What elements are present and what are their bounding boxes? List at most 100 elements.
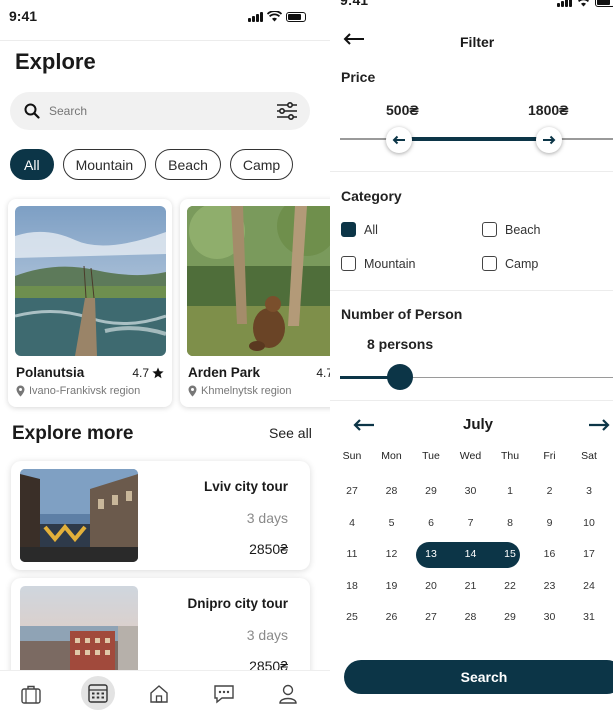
price-min-handle[interactable] <box>386 127 412 153</box>
chip-camp[interactable]: Camp <box>229 149 294 180</box>
prev-month-button[interactable] <box>352 418 376 437</box>
chip-all[interactable]: All <box>10 149 54 180</box>
place-card[interactable]: Arden Park 4.7 Khmelnytsk region <box>180 199 330 407</box>
weekday-label: Thu <box>500 450 520 462</box>
bottom-tab-bar <box>0 670 330 714</box>
calendar-day[interactable]: 31 <box>569 606 609 628</box>
page-title: Filter <box>460 34 495 50</box>
calendar-day[interactable]: 26 <box>372 606 412 628</box>
place-rating: 4.7 <box>316 366 330 380</box>
calendar-day[interactable]: 21 <box>451 575 491 597</box>
battery-icon <box>286 12 306 22</box>
calendar-day[interactable]: 10 <box>569 512 609 534</box>
rating-value: 4.7 <box>316 366 330 380</box>
persons-handle[interactable] <box>387 364 413 390</box>
back-button[interactable] <box>342 32 366 51</box>
calendar-day[interactable]: 6 <box>411 512 451 534</box>
calendar-day[interactable]: 17 <box>569 543 609 565</box>
calendar-day[interactable]: 20 <box>411 575 451 597</box>
place-rating: 4.7 <box>132 366 164 380</box>
calendar-day[interactable]: 28 <box>451 606 491 628</box>
calendar-day[interactable]: 18 <box>332 575 372 597</box>
calendar-day[interactable]: 2 <box>530 480 570 502</box>
price-range-slider[interactable] <box>340 127 613 153</box>
calendar-day[interactable]: 16 <box>530 543 570 565</box>
calendar-day[interactable]: 23 <box>530 575 570 597</box>
checkbox-camp[interactable] <box>482 256 497 271</box>
calendar-day[interactable]: 14 <box>451 543 491 565</box>
place-card[interactable]: Polanutsia 4.7 Ivano-Frankivsk region <box>8 199 172 407</box>
calendar-day[interactable]: 30 <box>451 480 491 502</box>
location-label: Khmelnytsk region <box>201 385 292 397</box>
tab-profile[interactable] <box>275 681 301 707</box>
location-pin-icon <box>188 385 197 397</box>
persons-label: Number of Person <box>341 306 463 322</box>
calendar-day[interactable]: 29 <box>411 480 451 502</box>
calendar-day[interactable]: 5 <box>372 512 412 534</box>
tab-trips[interactable] <box>18 681 44 707</box>
calendar-day[interactable]: 1 <box>490 480 530 502</box>
rating-value: 4.7 <box>132 366 149 380</box>
calendar-day[interactable]: 19 <box>372 575 412 597</box>
calendar-day[interactable]: 27 <box>332 480 372 502</box>
price-min: 500₴ <box>386 102 419 118</box>
tour-title: Lviv city tour <box>203 479 288 494</box>
place-cards: Polanutsia 4.7 Ivano-Frankivsk region Ar… <box>8 199 330 407</box>
chat-icon <box>214 685 234 704</box>
status-icons <box>557 0 613 7</box>
calendar-day[interactable]: 22 <box>490 575 530 597</box>
persons-slider[interactable] <box>340 364 613 390</box>
category-option-beach[interactable]: Beach <box>482 222 540 237</box>
see-all-link[interactable]: See all <box>269 425 312 441</box>
calendar-day[interactable]: 7 <box>451 512 491 534</box>
calendar-day[interactable]: 30 <box>530 606 570 628</box>
header-divider <box>0 40 330 41</box>
calendar-day[interactable]: 24 <box>569 575 609 597</box>
sliders-icon[interactable] <box>276 102 298 120</box>
location-pin-icon <box>16 385 25 397</box>
tab-home[interactable] <box>146 681 172 707</box>
place-location: Khmelnytsk region <box>188 385 292 397</box>
checkbox-label: Mountain <box>364 256 416 271</box>
tab-messages[interactable] <box>211 681 237 707</box>
calendar-month: July <box>463 416 494 433</box>
weekday-label: Fri <box>543 450 556 462</box>
calendar-day[interactable]: 15 <box>490 543 530 565</box>
calendar-day[interactable]: 9 <box>530 512 570 534</box>
home-icon <box>150 685 168 703</box>
chip-mountain[interactable]: Mountain <box>62 149 147 180</box>
calendar-day[interactable]: 29 <box>490 606 530 628</box>
search-button[interactable]: Search <box>344 660 613 694</box>
tour-card[interactable]: Lviv city tour 3 days 2850₴ <box>11 461 310 570</box>
checkbox-label: All <box>364 222 378 237</box>
calendar-day[interactable]: 27 <box>411 606 451 628</box>
tab-calendar[interactable] <box>81 676 115 710</box>
category-option-camp[interactable]: Camp <box>482 256 538 271</box>
filter-screen: 9:41 Filter Price 500₴ 1800₴ Category Al… <box>330 0 613 714</box>
calendar-day[interactable]: 11 <box>332 543 372 565</box>
search-bar[interactable] <box>10 92 310 130</box>
calendar-day[interactable]: 13 <box>411 543 451 565</box>
status-icons <box>248 11 306 22</box>
chip-beach[interactable]: Beach <box>155 149 221 180</box>
calendar-day[interactable]: 12 <box>372 543 412 565</box>
place-photo <box>187 206 330 356</box>
arrow-right-icon <box>543 135 556 145</box>
checkbox-all[interactable] <box>341 222 356 237</box>
tour-photo <box>20 469 138 562</box>
calendar-day[interactable]: 25 <box>332 606 372 628</box>
category-option-mountain[interactable]: Mountain <box>341 256 415 271</box>
checkbox-beach[interactable] <box>482 222 497 237</box>
category-option-all[interactable]: All <box>341 222 378 237</box>
weekday-label: Mon <box>381 450 402 462</box>
calendar-day[interactable]: 8 <box>490 512 530 534</box>
calendar-day[interactable]: 4 <box>332 512 372 534</box>
search-input[interactable] <box>49 104 276 118</box>
calendar-day[interactable]: 28 <box>372 480 412 502</box>
next-month-button[interactable] <box>588 418 612 437</box>
location-label: Ivano-Frankivsk region <box>29 385 141 397</box>
price-max-handle[interactable] <box>536 127 562 153</box>
calendar-day[interactable]: 3 <box>569 480 609 502</box>
checkbox-mountain[interactable] <box>341 256 356 271</box>
place-location: Ivano-Frankivsk region <box>16 385 140 397</box>
